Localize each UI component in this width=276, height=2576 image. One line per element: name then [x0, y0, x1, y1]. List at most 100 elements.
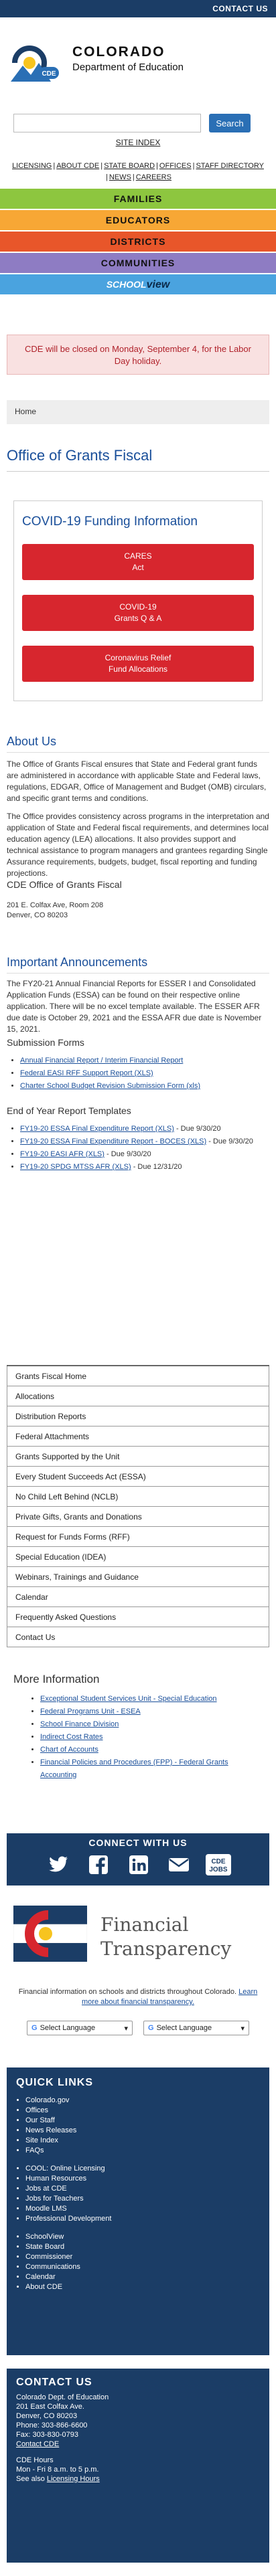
quick-link[interactable]: COOL: Online Licensing — [25, 2164, 260, 2174]
quick-link[interactable]: Colorado.gov — [25, 2096, 260, 2106]
grants-qa-button[interactable]: COVID-19 Grants Q & A — [22, 595, 254, 631]
quick-link[interactable]: Commissioner — [25, 2252, 260, 2262]
relief-fund-button[interactable]: Coronavirus Relief Fund Allocations — [22, 646, 254, 682]
due-date: - Due 9/30/20 — [104, 1150, 151, 1158]
section-nav-item[interactable]: Private Gifts, Grants and Donations — [7, 1507, 269, 1527]
colorado-flag-icon — [13, 1906, 87, 1962]
template-link[interactable]: FY19-20 EASI AFR (XLS) — [20, 1150, 105, 1158]
quick-link[interactable]: Communications — [25, 2262, 260, 2272]
section-nav-item[interactable]: Calendar — [7, 1587, 269, 1607]
cde-jobs-icon[interactable]: CDE JOBS — [205, 1853, 232, 1876]
site-index-link[interactable]: SITE INDEX — [0, 138, 276, 147]
hours-text: Mon - Fri 8 a.m. to 5 p.m. — [16, 2466, 99, 2474]
section-nav-item[interactable]: Allocations — [7, 1386, 269, 1406]
quick-link[interactable]: Site Index — [25, 2136, 260, 2146]
quick-link[interactable]: About CDE — [25, 2282, 260, 2292]
util-link-staff-directory[interactable]: STAFF DIRECTORY — [196, 162, 263, 170]
list-item: Exceptional Student Services Unit - Spec… — [40, 1693, 261, 1706]
template-link[interactable]: FY19-20 SPDG MTSS AFR (XLS) — [20, 1163, 131, 1171]
quick-link[interactable]: Calendar — [25, 2272, 260, 2282]
section-nav-item[interactable]: Grants Fiscal Home — [7, 1366, 269, 1386]
logo-text: COLORADO Department of Education — [72, 44, 184, 73]
quick-link[interactable]: State Board — [25, 2242, 260, 2252]
covid-funding-box: COVID-19 Funding Information CARES Act CO… — [13, 500, 263, 701]
jobs-label-line1: CDE — [211, 1858, 225, 1865]
schoolview-part1: SCHOOL — [106, 279, 147, 290]
util-link-careers[interactable]: CAREERS — [136, 173, 171, 181]
section-nav-item[interactable]: Request for Funds Forms (RFF) — [7, 1527, 269, 1547]
more-info-link[interactable]: Financial Policies and Procedures (FPP) … — [40, 1758, 228, 1779]
quick-link[interactable]: Moodle LMS — [25, 2204, 260, 2214]
quick-link[interactable]: SchoolView — [25, 2232, 260, 2242]
divider — [7, 973, 269, 974]
section-nav-item[interactable]: Federal Attachments — [7, 1427, 269, 1447]
button-line1: COVID-19 — [119, 602, 157, 612]
linkedin-icon[interactable] — [127, 1853, 150, 1876]
search-button[interactable]: Search — [209, 114, 251, 132]
template-link[interactable]: FY19-20 ESSA Final Expenditure Report (X… — [20, 1125, 174, 1133]
cares-act-button[interactable]: CARES Act — [22, 544, 254, 580]
section-nav-item[interactable]: Frequently Asked Questions — [7, 1607, 269, 1627]
facebook-icon[interactable] — [87, 1853, 110, 1876]
quick-link[interactable]: Jobs for Teachers — [25, 2194, 260, 2204]
list-item: Federal EASI RFF Support Report (XLS) — [20, 1067, 268, 1080]
contact-cde-link[interactable]: Contact CDE — [16, 2440, 260, 2449]
search-bar: Search — [13, 114, 263, 134]
section-nav-item[interactable]: Contact Us — [7, 1627, 269, 1647]
nav-districts[interactable]: DISTRICTS — [0, 232, 276, 252]
quick-link[interactable]: FAQs — [25, 2146, 260, 2156]
quick-link[interactable]: Professional Development — [25, 2214, 260, 2224]
nav-communities[interactable]: COMMUNITIES — [0, 253, 276, 273]
quick-link[interactable]: Jobs at CDE — [25, 2184, 260, 2194]
nav-schoolview[interactable]: SCHOOLview — [0, 274, 276, 294]
section-nav-item[interactable]: Every Student Succeeds Act (ESSA) — [7, 1467, 269, 1487]
quick-link[interactable]: News Releases — [25, 2126, 260, 2136]
cde-logo[interactable]: CDE COLORADO Department of Education — [7, 37, 269, 91]
quick-link[interactable]: Our Staff — [25, 2116, 260, 2126]
about-paragraph-2: The Office provides consistency across p… — [7, 812, 269, 878]
button-line2: Grants Q & A — [114, 614, 162, 623]
separator: | — [100, 162, 103, 170]
form-link[interactable]: Annual Financial Report / Interim Financ… — [20, 1056, 183, 1065]
contact-fax: Fax: 303-830-0793 — [16, 2431, 78, 2439]
list-item: FY19-20 EASI AFR (XLS) - Due 9/30/20 — [20, 1148, 268, 1161]
template-link[interactable]: FY19-20 ESSA Final Expenditure Report - … — [20, 1137, 206, 1145]
logo-line2: Department of Education — [72, 62, 184, 73]
separator: | — [156, 162, 158, 170]
nav-educators[interactable]: EDUCATORS — [0, 210, 276, 230]
more-info-link[interactable]: Indirect Cost Rates — [40, 1733, 103, 1741]
twitter-icon[interactable] — [47, 1853, 70, 1876]
util-link-about[interactable]: ABOUT CDE — [56, 162, 99, 170]
util-link-offices[interactable]: OFFICES — [159, 162, 192, 170]
licensing-hours-link[interactable]: Licensing Hours — [47, 2475, 100, 2483]
list-item: FY19-20 SPDG MTSS AFR (XLS) - Due 12/31/… — [20, 1161, 268, 1174]
quick-link[interactable]: Offices — [25, 2106, 260, 2116]
email-icon[interactable] — [167, 1853, 190, 1876]
more-info-link[interactable]: School Finance Division — [40, 1720, 119, 1728]
breadcrumb-home[interactable]: Home — [15, 407, 36, 416]
nav-families[interactable]: FAMILIES — [0, 189, 276, 209]
financial-transparency-logo[interactable]: Financial Transparency — [13, 1900, 263, 1974]
util-link-state-board[interactable]: STATE BOARD — [104, 162, 155, 170]
section-nav-item[interactable]: Grants Supported by the Unit — [7, 1447, 269, 1467]
section-nav-item[interactable]: No Child Left Behind (NCLB) — [7, 1487, 269, 1507]
search-input[interactable] — [13, 114, 201, 132]
contact-phone: Phone: 303-866-6600 — [16, 2421, 88, 2429]
section-nav-item[interactable]: Distribution Reports — [7, 1406, 269, 1427]
util-link-licensing[interactable]: LICENSING — [12, 162, 52, 170]
form-link[interactable]: Federal EASI RFF Support Report (XLS) — [20, 1069, 153, 1077]
section-nav-item[interactable]: Special Education (IDEA) — [7, 1547, 269, 1567]
util-link-news[interactable]: NEWS — [109, 173, 131, 181]
more-info-link[interactable]: Federal Programs Unit - ESEA — [40, 1708, 141, 1716]
list-item: Financial Policies and Procedures (FPP) … — [40, 1756, 261, 1782]
contact-us-link[interactable]: CONTACT US — [212, 4, 268, 13]
form-link[interactable]: Charter School Budget Revision Submissio… — [20, 1082, 200, 1090]
section-nav-item[interactable]: Webinars, Trainings and Guidance — [7, 1567, 269, 1587]
language-select[interactable]: G Select Language ▾ — [27, 2021, 133, 2035]
more-info-link[interactable]: Chart of Accounts — [40, 1746, 98, 1754]
more-info-link[interactable]: Exceptional Student Services Unit - Spec… — [40, 1695, 217, 1703]
quick-link[interactable]: Human Resources — [25, 2174, 260, 2184]
language-select[interactable]: G Select Language ▾ — [143, 2021, 249, 2035]
social-icons: CDE JOBS — [47, 1853, 268, 1880]
